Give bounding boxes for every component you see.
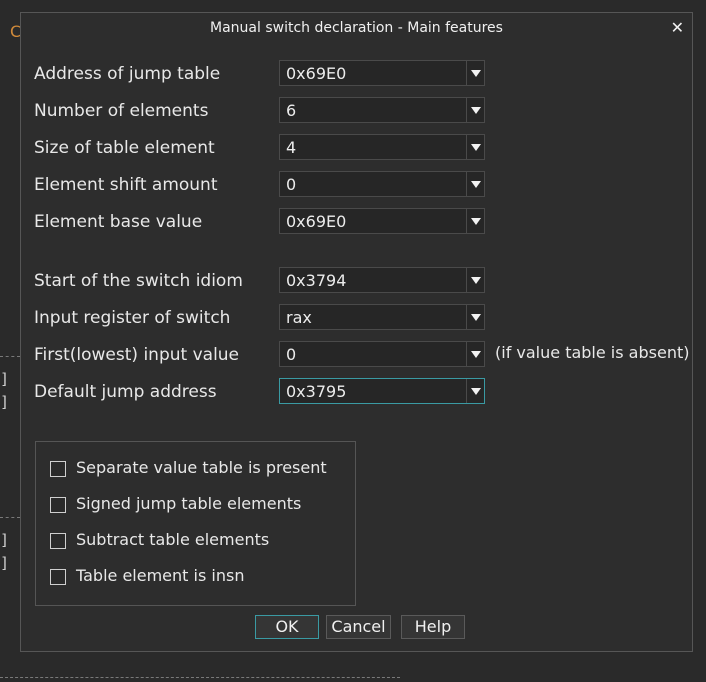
chevron-down-icon[interactable] (466, 98, 484, 122)
value-table-hint: (if value table is absent) (495, 343, 690, 362)
chevron-down-icon[interactable] (466, 209, 484, 233)
options-group: Separate value table is present Signed j… (35, 441, 356, 606)
number-of-elements-label: Number of elements (34, 101, 209, 121)
background-bracket: ] (0, 370, 10, 388)
combo-value: 0 (286, 175, 297, 194)
checkbox-label: Subtract table elements (76, 530, 270, 549)
ok-button[interactable]: OK (255, 615, 319, 639)
switch-declaration-dialog: Manual switch declaration - Main feature… (20, 12, 693, 652)
background-bracket: ] (0, 393, 10, 411)
cancel-button[interactable]: Cancel (326, 615, 391, 639)
first-input-value-combo[interactable]: 0 (279, 341, 485, 367)
checkbox-label: Table element is insn (76, 566, 245, 585)
combo-value: 0x3795 (286, 382, 347, 401)
chevron-down-icon[interactable] (466, 268, 484, 292)
start-of-switch-idiom-label: Start of the switch idiom (34, 271, 243, 291)
input-register-label: Input register of switch (34, 308, 231, 328)
chevron-down-icon[interactable] (466, 379, 484, 403)
chevron-down-icon[interactable] (466, 61, 484, 85)
chevron-down-icon[interactable] (466, 305, 484, 329)
checkbox-box[interactable] (50, 533, 66, 549)
address-of-jump-table-combo[interactable]: 0x69E0 (279, 60, 485, 86)
first-input-value-label: First(lowest) input value (34, 345, 240, 365)
number-of-elements-combo[interactable]: 6 (279, 97, 485, 123)
combo-value: 0x3794 (286, 271, 347, 290)
default-jump-address-label: Default jump address (34, 382, 217, 402)
background-dashed-line (0, 677, 400, 678)
combo-value: 4 (286, 138, 297, 157)
element-shift-amount-combo[interactable]: 0 (279, 171, 485, 197)
checkbox-box[interactable] (50, 461, 66, 477)
chevron-down-icon[interactable] (466, 135, 484, 159)
element-base-value-combo[interactable]: 0x69E0 (279, 208, 485, 234)
background-bracket: ] (0, 554, 10, 572)
address-of-jump-table-label: Address of jump table (34, 64, 221, 84)
size-of-table-element-label: Size of table element (34, 138, 215, 158)
combo-value: 0x69E0 (286, 64, 347, 83)
combo-value: 0 (286, 345, 297, 364)
size-of-table-element-combo[interactable]: 4 (279, 134, 485, 160)
chevron-down-icon[interactable] (466, 172, 484, 196)
combo-value: 0x69E0 (286, 212, 347, 231)
combo-value: rax (286, 308, 312, 327)
background-dashed-line (0, 517, 20, 518)
close-icon[interactable]: ✕ (671, 18, 684, 37)
checkbox-box[interactable] (50, 497, 66, 513)
background-dashed-line (0, 356, 20, 357)
help-button[interactable]: Help (401, 615, 465, 639)
checkbox-box[interactable] (50, 569, 66, 585)
combo-value: 6 (286, 101, 297, 120)
input-register-combo[interactable]: rax (279, 304, 485, 330)
dialog-titlebar[interactable]: Manual switch declaration - Main feature… (21, 13, 692, 45)
chevron-down-icon[interactable] (466, 342, 484, 366)
dialog-title: Manual switch declaration - Main feature… (210, 20, 503, 36)
default-jump-address-combo[interactable]: 0x3795 (279, 378, 485, 404)
element-base-value-label: Element base value (34, 212, 203, 232)
background-bracket: ] (0, 531, 10, 549)
start-of-switch-idiom-combo[interactable]: 0x3794 (279, 267, 485, 293)
checkbox-label: Signed jump table elements (76, 494, 302, 513)
element-shift-amount-label: Element shift amount (34, 175, 218, 195)
checkbox-label: Separate value table is present (76, 458, 327, 477)
